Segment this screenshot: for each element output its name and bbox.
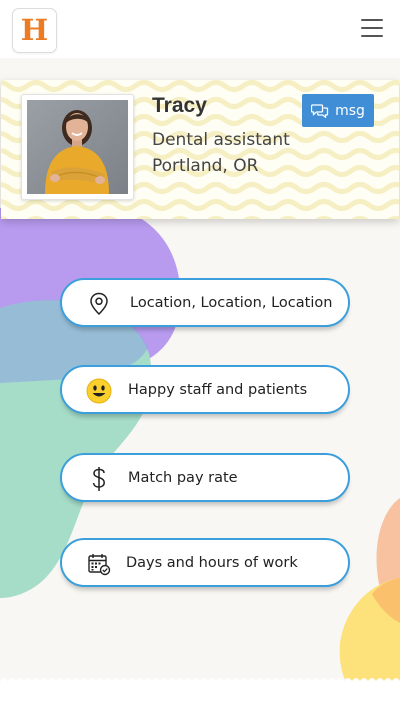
profile-card: Tracy Dental assistant Portland, OR msg	[1, 80, 399, 219]
profile-location: Portland, OR	[152, 156, 259, 176]
torn-edge	[0, 678, 400, 692]
logo-letter: H	[20, 13, 49, 47]
chat-bubbles-icon	[311, 104, 329, 118]
profile-role: Dental assistant	[152, 130, 290, 150]
map-pin-icon	[86, 291, 112, 317]
profile-photo[interactable]	[27, 100, 128, 194]
feature-location[interactable]: Location, Location, Location	[60, 278, 350, 327]
feature-happy-staff[interactable]: Happy staff and patients	[60, 365, 350, 414]
feature-label: Location, Location, Location	[130, 295, 333, 311]
dollar-sign-icon	[86, 466, 112, 492]
top-nav: H	[0, 0, 400, 58]
profile-photo-frame	[21, 94, 134, 200]
smiley-face-icon	[86, 378, 112, 404]
feature-label: Happy staff and patients	[128, 382, 308, 398]
message-button[interactable]: msg	[302, 94, 374, 127]
brand-logo[interactable]: H	[12, 8, 57, 53]
feature-pay-rate[interactable]: Match pay rate	[60, 453, 350, 502]
main-content: Tracy Dental assistant Portland, OR msg …	[0, 58, 400, 692]
hamburger-menu-icon[interactable]	[360, 17, 384, 39]
feature-label: Match pay rate	[128, 470, 238, 486]
profile-name: Tracy	[152, 94, 207, 117]
feature-label: Days and hours of work	[126, 555, 298, 571]
message-button-label: msg	[335, 102, 365, 119]
feature-schedule[interactable]: Days and hours of work	[60, 538, 350, 587]
calendar-icon	[86, 551, 112, 577]
app-screen: H Tracy Dental assistant Portland, OR ms…	[0, 0, 400, 712]
